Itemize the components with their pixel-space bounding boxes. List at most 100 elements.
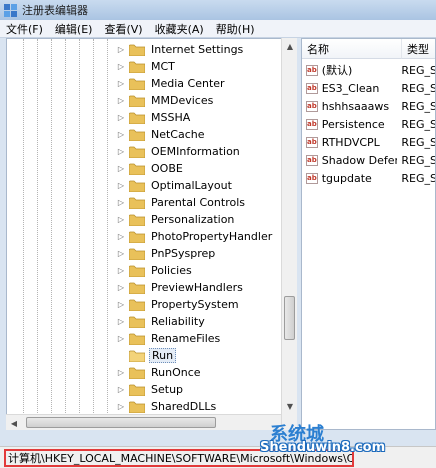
value-name: Shadow Defen...	[321, 153, 398, 167]
folder-icon	[129, 350, 145, 362]
tree-item-label: RunOnce	[151, 366, 201, 379]
expand-arrow-icon[interactable]: ▷	[117, 198, 125, 207]
expand-arrow-icon[interactable]: ▷	[117, 368, 125, 377]
expand-arrow-icon[interactable]: ▷	[117, 62, 125, 71]
value-row[interactable]: ab tgupdate REG_S	[306, 169, 436, 187]
expand-arrow-icon[interactable]: ▷	[117, 385, 125, 394]
value-name: ES3_Clean	[321, 81, 380, 95]
column-header-type[interactable]: 类型	[402, 39, 435, 59]
tree-item[interactable]: ▷ RenameFiles	[117, 330, 222, 347]
expand-arrow-icon[interactable]: ▷	[117, 45, 125, 54]
menu-help[interactable]: 帮助(H)	[216, 21, 255, 37]
string-value-icon: ab	[306, 100, 318, 112]
scroll-left-arrow-icon[interactable]: ◀	[6, 415, 22, 431]
tree-horizontal-scrollbar[interactable]: ◀	[6, 414, 281, 430]
value-type: REG_S	[401, 135, 436, 149]
expand-arrow-icon[interactable]: ▷	[117, 283, 125, 292]
expand-arrow-icon[interactable]: ▷	[117, 334, 125, 343]
expand-arrow-icon[interactable]: ▷	[117, 130, 125, 139]
value-name: (默认)	[321, 64, 353, 77]
folder-icon	[129, 265, 145, 277]
column-header-name[interactable]: 名称	[302, 39, 402, 59]
string-value-icon: ab	[306, 118, 318, 130]
scroll-up-arrow-icon[interactable]: ▲	[282, 38, 298, 54]
value-name: tgupdate	[321, 171, 372, 185]
folder-icon	[129, 146, 145, 158]
tree-item-label: Personalization	[151, 213, 235, 226]
tree-item[interactable]: ▷ Parental Controls	[117, 194, 247, 211]
tree-item[interactable]: Run	[117, 347, 177, 364]
tree-item-label: Parental Controls	[151, 196, 245, 209]
expand-arrow-icon[interactable]: ▷	[117, 215, 125, 224]
values-list-pane[interactable]: 名称 类型 ab (默认) REG_S ab ES3_Clean REG_S ab hshhs…	[301, 38, 436, 430]
tree-item[interactable]: ▷ OptimalLayout	[117, 177, 234, 194]
tree-item[interactable]: ▷ Personalization	[117, 211, 236, 228]
scroll-down-arrow-icon[interactable]: ▼	[282, 398, 298, 414]
tree-scroll-thumb[interactable]	[284, 296, 295, 340]
tree-hscroll-thumb[interactable]	[26, 417, 216, 428]
tree-item[interactable]: ▷ RunOnce	[117, 364, 203, 381]
window-title: 注册表编辑器	[22, 4, 88, 17]
expand-arrow-icon[interactable]: ▷	[117, 402, 125, 411]
menu-file[interactable]: 文件(F)	[6, 21, 43, 37]
value-name: RTHDVCPL	[321, 135, 380, 149]
tree-item[interactable]: ▷ Setup	[117, 381, 185, 398]
expand-arrow-icon[interactable]: ▷	[117, 79, 125, 88]
expand-arrow-icon[interactable]: ▷	[117, 164, 125, 173]
expand-arrow-icon[interactable]: ▷	[117, 317, 125, 326]
folder-icon	[129, 180, 145, 192]
folder-icon	[129, 44, 145, 56]
menu-bar: 文件(F) 编辑(E) 查看(V) 收藏夹(A) 帮助(H)	[0, 20, 436, 38]
tree-vertical-scrollbar[interactable]: ▲ ▼	[281, 38, 297, 430]
menu-edit[interactable]: 编辑(E)	[55, 21, 93, 37]
folder-icon	[129, 367, 145, 379]
tree-guide-line	[37, 39, 38, 429]
key-tree-pane[interactable]: ▷ Internet Settings ▷ MCT ▷ Media Center ▷ MMDe…	[6, 38, 297, 430]
tree-item[interactable]: ▷ Reliability	[117, 313, 207, 330]
folder-icon	[129, 384, 145, 396]
value-type: REG_S	[401, 171, 436, 185]
expand-arrow-icon[interactable]: ▷	[117, 113, 125, 122]
tree-item[interactable]: ▷ MMDevices	[117, 92, 215, 109]
tree-item[interactable]: ▷ PnPSysprep	[117, 245, 217, 262]
expand-arrow-icon[interactable]: ▷	[117, 300, 125, 309]
tree-item[interactable]: ▷ OEMInformation	[117, 143, 242, 160]
value-row[interactable]: ab RTHDVCPL REG_S	[306, 133, 436, 151]
expand-arrow-icon[interactable]: ▷	[117, 232, 125, 241]
expand-arrow-icon[interactable]: ▷	[117, 96, 125, 105]
expand-arrow-icon[interactable]: ▷	[117, 181, 125, 190]
expand-arrow-icon[interactable]: ▷	[117, 266, 125, 275]
tree-item[interactable]: ▷ MSSHA	[117, 109, 192, 126]
value-row[interactable]: ab ES3_Clean REG_S	[306, 79, 435, 97]
tree-item[interactable]: ▷ NetCache	[117, 126, 207, 143]
tree-item-label: Media Center	[151, 77, 225, 90]
tree-item[interactable]: ▷ PreviewHandlers	[117, 279, 245, 296]
tree-item-label: Setup	[151, 383, 184, 396]
watermark-text: Shenduwin8.com	[260, 440, 386, 455]
value-row[interactable]: abShadow Defen...REG_S	[306, 151, 435, 169]
value-name: Persistence	[321, 117, 385, 131]
tree-item-label: OEMInformation	[151, 145, 240, 158]
tree-item-label: OptimalLayout	[151, 179, 232, 192]
expand-arrow-icon[interactable]: ▷	[117, 147, 125, 156]
tree-item[interactable]: ▷ Internet Settings	[117, 41, 245, 58]
value-row[interactable]: ab Persistence REG_S	[306, 115, 435, 133]
folder-icon	[129, 129, 145, 141]
folder-icon	[129, 78, 145, 90]
value-row[interactable]: ab (默认) REG_S	[306, 61, 435, 79]
tree-item[interactable]: ▷ SharedDLLs	[117, 398, 218, 415]
value-row[interactable]: ab hshhsaaaws REG_S	[306, 97, 435, 115]
expand-arrow-icon[interactable]: ▷	[117, 249, 125, 258]
tree-item[interactable]: ▷ Media Center	[117, 75, 227, 92]
string-value-icon: ab	[306, 172, 318, 184]
menu-favorites[interactable]: 收藏夹(A)	[155, 21, 204, 37]
menu-view[interactable]: 查看(V)	[104, 21, 142, 37]
tree-item[interactable]: ▷ OOBE	[117, 160, 185, 177]
tree-item-label: OOBE	[151, 162, 183, 175]
tree-item[interactable]: ▷ PhotoPropertyHandler	[117, 228, 274, 245]
tree-item[interactable]: ▷ MCT	[117, 58, 177, 75]
tree-item-label: PropertySystem	[151, 298, 239, 311]
tree-item-label: Reliability	[151, 315, 205, 328]
tree-item[interactable]: ▷ PropertySystem	[117, 296, 241, 313]
tree-item[interactable]: ▷ Policies	[117, 262, 194, 279]
